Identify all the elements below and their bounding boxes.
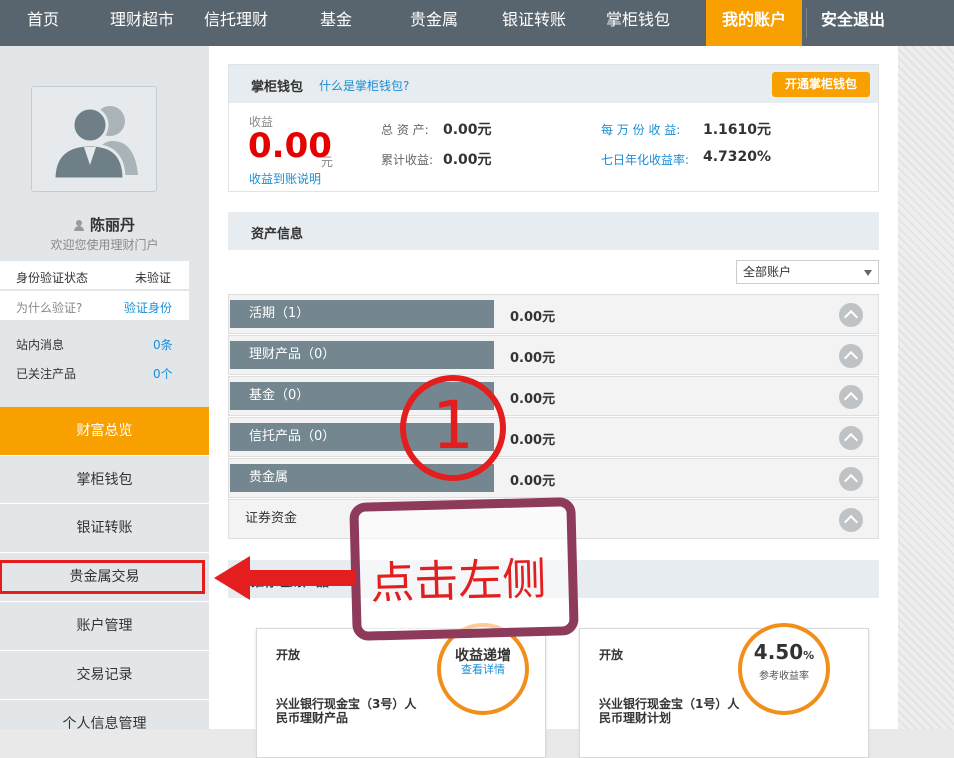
avatar[interactable] xyxy=(31,86,157,192)
menu-account-management[interactable]: 账户管理 xyxy=(0,601,209,649)
verify-why-label: 为什么验证? xyxy=(16,301,83,315)
menu-personal-info[interactable]: 个人信息管理 xyxy=(0,699,209,747)
collapse-up-icon[interactable] xyxy=(839,467,863,491)
asset-value-fund: 0.00元 xyxy=(510,392,556,407)
nav-divider xyxy=(806,8,807,38)
seven-day-yield-value: 4.7320% xyxy=(703,149,772,165)
asset-label-current[interactable]: 活期（1） xyxy=(230,300,494,328)
product-card[interactable]: 开放 收益递增 查看详情 兴业银行现金宝（3号）人 民币理财产品 xyxy=(256,623,546,758)
highlight-box xyxy=(0,560,205,594)
messages-count-link[interactable]: 0条 xyxy=(153,336,173,353)
collapse-up-icon[interactable] xyxy=(839,303,863,327)
wallet-panel: 掌柜钱包 什么是掌柜钱包? 开通掌柜钱包 收益 0.00 元 收益到账说明 总 … xyxy=(228,64,879,192)
collapse-up-icon[interactable] xyxy=(839,508,863,532)
nav-my-account[interactable]: 我的账户 xyxy=(706,0,802,46)
nav-precious-metal[interactable]: 贵金属 xyxy=(388,0,480,46)
sidebar: 陈丽丹 欢迎您使用理财门户 身份验证状态 未验证 为什么验证? 验证身份 站内消… xyxy=(0,46,209,732)
asset-info-header: 资产信息 xyxy=(228,212,879,250)
user-group-icon xyxy=(52,106,138,181)
rate-label: 参考收益率 xyxy=(759,671,809,682)
welcome-text: 欢迎您使用理财门户 xyxy=(50,238,159,252)
step-number-circle: 1 xyxy=(400,375,506,481)
asset-value-precious-metal: 0.00元 xyxy=(510,474,556,489)
nav-logout[interactable]: 安全退出 xyxy=(808,0,898,46)
chevron-down-icon xyxy=(864,270,872,276)
user-icon xyxy=(73,220,84,231)
asset-label-wealth-products[interactable]: 理财产品（0） xyxy=(230,341,494,369)
collapse-up-icon[interactable] xyxy=(839,344,863,368)
total-assets-value: 0.00元 xyxy=(443,122,492,138)
username: 陈丽丹 xyxy=(0,214,209,235)
product-name-line2[interactable]: 民币理财产品 xyxy=(276,709,348,726)
verify-identity-link[interactable]: 验证身份 xyxy=(124,299,172,316)
verify-status-label: 身份验证状态 xyxy=(16,271,89,285)
rate-line: 4.50% xyxy=(742,640,826,664)
cumulative-income-label: 累计收益: xyxy=(381,153,434,167)
rate-value: 4.50 xyxy=(753,640,804,664)
nav-trust[interactable]: 信托理财 xyxy=(190,0,282,46)
annotation-text: 点击左侧 xyxy=(369,553,547,610)
open-wallet-button[interactable]: 开通掌柜钱包 xyxy=(772,72,870,97)
menu-wealth-overview[interactable]: 财富总览 xyxy=(0,407,209,455)
menu-bank-securities[interactable]: 银证转账 xyxy=(0,503,209,551)
income-note-link[interactable]: 收益到账说明 xyxy=(249,170,321,187)
rate-badge[interactable]: 4.50% 参考收益率 xyxy=(738,623,830,715)
top-nav: 首页 理财超市 信托理财 基金 贵金属 银证转账 掌柜钱包 我的账户 安全退出 xyxy=(0,0,954,46)
account-select[interactable]: 全部账户 xyxy=(736,260,879,284)
nav-bank-securities[interactable]: 银证转账 xyxy=(486,0,582,46)
messages-label: 站内消息 xyxy=(16,338,65,352)
nav-fund[interactable]: 基金 xyxy=(290,0,382,46)
verify-status-value: 未验证 xyxy=(135,271,172,285)
rate-unit: % xyxy=(803,649,815,662)
nav-wallet[interactable]: 掌柜钱包 xyxy=(590,0,686,46)
collapse-up-icon[interactable] xyxy=(839,426,863,450)
step-number: 1 xyxy=(432,387,474,464)
followed-products-count-link[interactable]: 0个 xyxy=(153,365,173,382)
wallet-panel-header: 掌柜钱包 什么是掌柜钱包? 开通掌柜钱包 xyxy=(229,65,878,103)
asset-value-current: 0.00元 xyxy=(510,310,556,325)
per-10k-income-label: 每 万 份 收 益: xyxy=(601,123,681,137)
asset-value-wealth-products: 0.00元 xyxy=(510,351,556,366)
menu-transaction-records[interactable]: 交易记录 xyxy=(0,650,209,698)
verify-why-row: 为什么验证? 验证身份 xyxy=(0,291,189,320)
what-is-wallet-link[interactable]: 什么是掌柜钱包? xyxy=(319,77,409,94)
verify-status-row: 身份验证状态 未验证 xyxy=(0,261,189,290)
annotation-box: 点击左侧 xyxy=(349,497,579,641)
arrow-left-icon xyxy=(214,556,356,600)
wallet-title: 掌柜钱包 xyxy=(251,80,304,95)
nav-finance-market[interactable]: 理财超市 xyxy=(96,0,188,46)
income-value: 0.00 xyxy=(248,126,332,166)
account-select-value: 全部账户 xyxy=(743,265,792,279)
collapse-up-icon[interactable] xyxy=(839,385,863,409)
product-card[interactable]: 开放 4.50% 参考收益率 兴业银行现金宝（1号）人 民币理财计划 xyxy=(579,623,869,758)
username-text: 陈丽丹 xyxy=(89,216,135,234)
product-status: 开放 xyxy=(276,648,301,662)
asset-row-fund: 基金（0） 0.00元 xyxy=(228,376,879,416)
asset-row-wealth-products: 理财产品（0） 0.00元 xyxy=(228,335,879,375)
nav-home[interactable]: 首页 xyxy=(0,0,86,46)
menu-wallet[interactable]: 掌柜钱包 xyxy=(0,455,209,503)
cumulative-income-value: 0.00元 xyxy=(443,152,492,168)
followed-products-label: 已关注产品 xyxy=(16,367,77,381)
view-details-link[interactable]: 查看详情 xyxy=(441,661,525,677)
per-10k-income-value: 1.1610元 xyxy=(703,122,772,138)
background-pattern xyxy=(898,46,954,729)
product-name-line2[interactable]: 民币理财计划 xyxy=(599,709,671,726)
asset-info-title: 资产信息 xyxy=(251,227,304,242)
asset-row-current: 活期（1） 0.00元 xyxy=(228,294,879,334)
seven-day-yield-label: 七日年化收益率: xyxy=(601,153,690,167)
asset-value-trust: 0.00元 xyxy=(510,433,556,448)
product-status: 开放 xyxy=(599,648,624,662)
asset-row-precious-metal: 贵金属 0.00元 xyxy=(228,458,879,498)
income-unit: 元 xyxy=(321,155,334,169)
asset-row-trust: 信托产品（0） 0.00元 xyxy=(228,417,879,457)
total-assets-label: 总 资 产: xyxy=(381,123,429,137)
